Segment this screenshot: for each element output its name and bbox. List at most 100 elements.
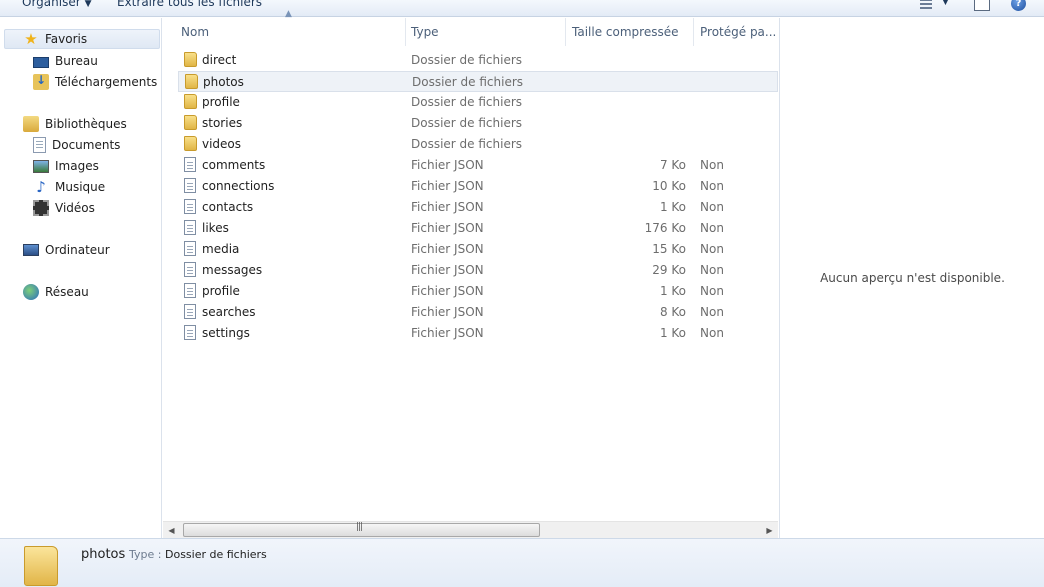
horizontal-scrollbar[interactable]: ◀ ||| ▶: [163, 521, 778, 538]
navigation-pane: ★ Favoris Bureau Téléchargements Bibliot…: [0, 18, 162, 538]
file-row[interactable]: settings Fichier JSON 1 Ko Non: [178, 323, 778, 344]
file-name: profile: [202, 95, 240, 109]
file-size: [568, 50, 686, 71]
nav-libraries-label: Bibliothèques: [45, 117, 127, 131]
column-header-protected[interactable]: Protégé pa...: [694, 18, 778, 46]
column-header-type[interactable]: Type: [405, 18, 566, 46]
json-file-icon: [184, 304, 196, 319]
file-protected: Non: [700, 326, 724, 340]
file-type: Fichier JSON: [411, 326, 484, 340]
change-view-icon[interactable]: [918, 0, 936, 11]
file-row[interactable]: searches Fichier JSON 8 Ko Non: [178, 302, 778, 323]
file-row[interactable]: media Fichier JSON 15 Ko Non: [178, 239, 778, 260]
file-protected: Non: [700, 305, 724, 319]
folder-icon: [184, 136, 197, 151]
folder-icon: [185, 74, 198, 89]
file-type: Dossier de fichiers: [411, 53, 523, 67]
file-row[interactable]: direct Dossier de fichiers: [178, 50, 778, 71]
file-name: stories: [202, 116, 243, 130]
nav-network[interactable]: Réseau: [0, 282, 89, 302]
file-size: 15 Ko: [652, 242, 686, 256]
file-size: 1 Ko: [659, 200, 686, 214]
file-name: comments: [202, 158, 266, 172]
downloads-icon: [33, 73, 49, 90]
file-size: [568, 134, 686, 155]
json-file-icon: [184, 262, 196, 277]
nav-videos[interactable]: Vidéos: [0, 198, 95, 218]
file-size: 7 Ko: [659, 158, 686, 172]
file-type: Fichier JSON: [411, 284, 484, 298]
file-type: Fichier JSON: [411, 263, 484, 277]
nav-desktop-label: Bureau: [55, 54, 98, 68]
nav-favorites-label: Favoris: [45, 32, 88, 46]
extract-all-button[interactable]: Extraire tous les fichiers: [117, 0, 262, 9]
file-name: connections: [202, 179, 275, 193]
file-type: Dossier de fichiers: [411, 116, 523, 130]
scroll-left-icon[interactable]: ◀: [163, 522, 180, 539]
file-type: Dossier de fichiers: [411, 137, 523, 151]
file-type: Fichier JSON: [411, 221, 484, 235]
nav-music-label: Musique: [55, 180, 106, 194]
column-header-compressed-size[interactable]: Taille compressée: [566, 18, 694, 46]
scrollbar-thumb[interactable]: |||: [183, 522, 540, 537]
file-size: 176 Ko: [644, 221, 686, 235]
json-file-icon: [184, 157, 196, 172]
help-icon[interactable]: ?: [1011, 0, 1026, 11]
computer-icon: [23, 244, 39, 256]
column-header-name[interactable]: Nom: [175, 18, 406, 46]
view-options-chevron-icon[interactable]: ▼: [942, 0, 949, 11]
nav-images-label: Images: [55, 159, 99, 173]
nav-libraries[interactable]: Bibliothèques: [0, 114, 127, 134]
preview-pane: Aucun aperçu n'est disponible.: [779, 18, 1044, 538]
file-type: Fichier JSON: [411, 200, 484, 214]
json-file-icon: [184, 220, 196, 235]
file-row[interactable]: likes Fichier JSON 176 Ko Non: [178, 218, 778, 239]
file-type: Fichier JSON: [411, 242, 484, 256]
file-protected: Non: [700, 284, 724, 298]
file-row[interactable]: messages Fichier JSON 29 Ko Non: [178, 260, 778, 281]
details-type-label: Type :: [129, 548, 162, 561]
nav-images[interactable]: Images: [0, 156, 99, 176]
film-icon: [33, 200, 49, 216]
file-row[interactable]: videos Dossier de fichiers: [178, 134, 778, 155]
nav-favorites[interactable]: ★ Favoris: [4, 29, 160, 49]
nav-downloads[interactable]: Téléchargements: [0, 72, 157, 92]
folder-icon: [184, 115, 197, 130]
file-protected: Non: [700, 179, 724, 193]
json-file-icon: [184, 241, 196, 256]
file-row[interactable]: photos Dossier de fichiers: [178, 71, 778, 92]
details-pane: photos Type : Dossier de fichiers: [0, 538, 1044, 587]
file-row[interactable]: connections Fichier JSON 10 Ko Non: [178, 176, 778, 197]
scroll-right-icon[interactable]: ▶: [761, 522, 778, 539]
libraries-icon: [23, 116, 39, 132]
file-type: Dossier de fichiers: [411, 95, 523, 109]
file-row[interactable]: comments Fichier JSON 7 Ko Non: [178, 155, 778, 176]
json-file-icon: [184, 283, 196, 298]
json-file-icon: [184, 325, 196, 340]
json-file-icon: [184, 178, 196, 193]
nav-network-label: Réseau: [45, 285, 89, 299]
file-name: likes: [202, 221, 229, 235]
file-name: messages: [202, 263, 263, 277]
no-preview-message: Aucun aperçu n'est disponible.: [820, 271, 1005, 285]
nav-videos-label: Vidéos: [55, 201, 95, 215]
file-name: videos: [202, 137, 242, 151]
folder-icon: [184, 94, 197, 109]
file-row[interactable]: profile Fichier JSON 1 Ko Non: [178, 281, 778, 302]
nav-computer[interactable]: Ordinateur: [0, 240, 110, 260]
nav-documents[interactable]: Documents: [0, 135, 120, 155]
nav-desktop[interactable]: Bureau: [0, 51, 98, 71]
file-row[interactable]: profile Dossier de fichiers: [178, 92, 778, 113]
file-name: profile: [202, 284, 240, 298]
file-name: settings: [202, 326, 250, 340]
preview-pane-toggle-icon[interactable]: [974, 0, 990, 11]
file-protected: Non: [700, 158, 724, 172]
desktop-icon: [33, 57, 49, 68]
file-row[interactable]: contacts Fichier JSON 1 Ko Non: [178, 197, 778, 218]
organise-button[interactable]: Organiser ▼: [22, 0, 92, 9]
file-type: Fichier JSON: [411, 305, 484, 319]
nav-music[interactable]: ♪ Musique: [0, 177, 105, 197]
file-size: [568, 92, 686, 113]
file-name: searches: [202, 305, 256, 319]
file-row[interactable]: stories Dossier de fichiers: [178, 113, 778, 134]
